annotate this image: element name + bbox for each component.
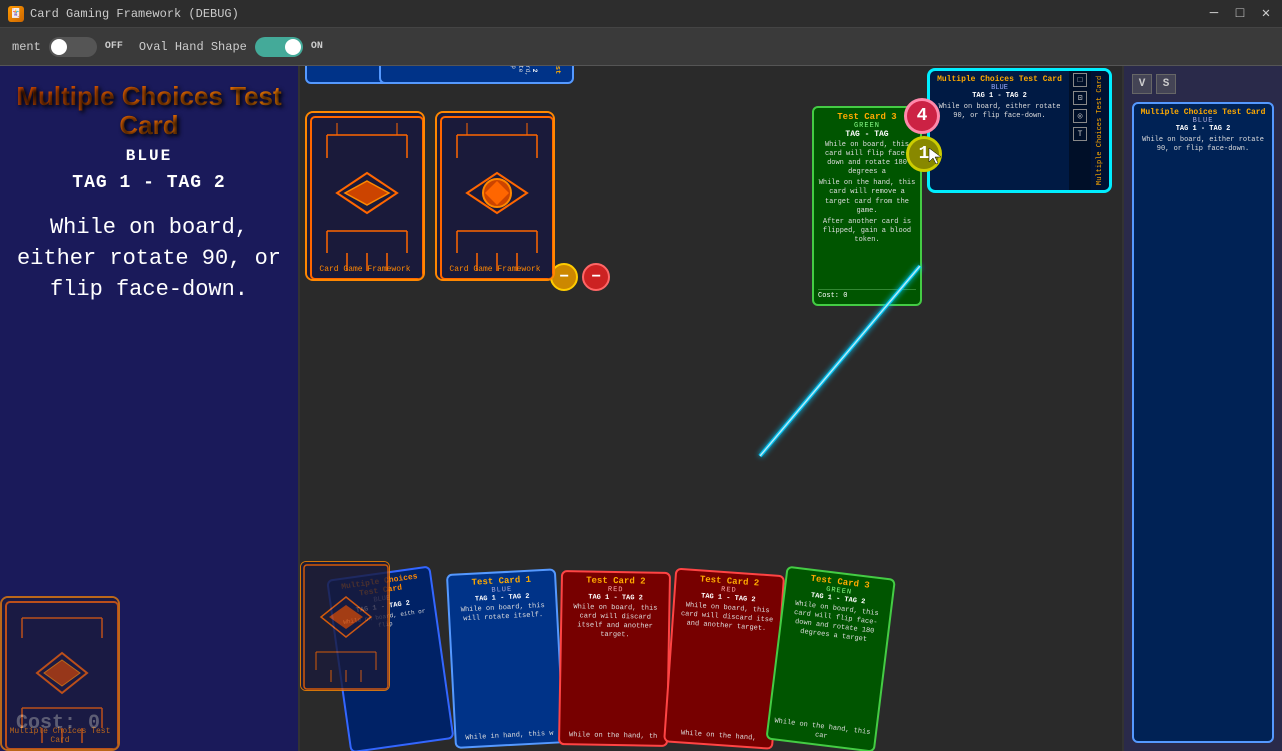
game-board: Multiple Choices Test Card BLUE TAG 1 - … bbox=[300, 66, 1122, 751]
close-button[interactable]: ✕ bbox=[1258, 6, 1274, 22]
rp-body: While on board, either rotate 90, or fli… bbox=[1138, 136, 1268, 154]
test-card-3[interactable]: 4 1 Test Card 3 GREEN TAG - TAG While on… bbox=[812, 106, 922, 306]
tc3-line1: While on board, this card will flip face… bbox=[818, 141, 916, 177]
tc3-title: Test Card 3 bbox=[818, 112, 916, 122]
mini-corner-svg bbox=[301, 562, 390, 691]
minus-buttons: − − bbox=[550, 263, 610, 291]
token-4: 4 bbox=[904, 98, 940, 134]
v-button[interactable]: V bbox=[1132, 74, 1152, 94]
hand-card-3[interactable]: Test Card 3 GREEN TAG 1 - TAG 2 While on… bbox=[765, 566, 896, 751]
tc3-color: GREEN bbox=[818, 122, 916, 130]
hand-card-2a[interactable]: Test Card 2 RED TAG 1 - TAG 2 While on b… bbox=[558, 570, 671, 747]
toggle-oval-switch[interactable] bbox=[255, 37, 303, 57]
maximize-button[interactable]: □ bbox=[1232, 6, 1248, 22]
selected-glow-card[interactable]: Multiple Choices Test Card BLUE TAG 1 - … bbox=[927, 68, 1112, 193]
card-icon-4[interactable]: T bbox=[1073, 127, 1087, 141]
mini-facedown-corner bbox=[300, 561, 390, 691]
rp-title: Multiple Choices Test Card bbox=[1138, 108, 1268, 117]
card-icon-1[interactable]: □ bbox=[1073, 73, 1087, 87]
toggle-oval-state: ON bbox=[311, 41, 323, 52]
token-1: 1 bbox=[906, 136, 942, 172]
tc3-line2: While on the hand, this card will remove… bbox=[818, 179, 916, 215]
toggle-oval-label: Oval Hand Shape bbox=[139, 40, 247, 54]
window-controls: ─ □ ✕ bbox=[1206, 6, 1274, 22]
s-button[interactable]: S bbox=[1156, 74, 1176, 94]
toggle-ment-switch[interactable] bbox=[49, 37, 97, 57]
toggle-knob bbox=[51, 39, 67, 55]
facedown-card-1[interactable]: Card Game Framework bbox=[305, 111, 425, 281]
mini-card-left: Multiple Choices Test Card bbox=[0, 591, 160, 751]
toggle-group-oval: Oval Hand Shape ON bbox=[139, 37, 323, 57]
main-area: Multiple Choices Test Card BLUE TAG 1 - … bbox=[0, 66, 1282, 751]
hand-area: Multiple Choices Test Card BLUE TAG 1 - … bbox=[300, 566, 1122, 751]
app-icon: 🃏 bbox=[8, 6, 24, 22]
card-icon-2[interactable]: ⊡ bbox=[1073, 91, 1087, 105]
tc3-line3: After another card is flipped, gain a bl… bbox=[818, 218, 916, 289]
toolbar: ment OFF Oval Hand Shape ON bbox=[0, 28, 1282, 66]
toggle-ment-state: OFF bbox=[105, 41, 123, 52]
facedown-1-label: Card Game Framework bbox=[307, 265, 423, 274]
right-panel-buttons: V S bbox=[1132, 74, 1274, 94]
left-panel: Multiple Choices Test Card BLUE TAG 1 - … bbox=[0, 66, 300, 751]
tc3-cost: Cost: 0 bbox=[818, 289, 916, 300]
card-icon-3[interactable]: ◎ bbox=[1073, 109, 1087, 123]
toggle-ment-label: ment bbox=[12, 40, 41, 54]
toggle-group-ment: ment OFF bbox=[12, 37, 123, 57]
title-bar: 🃏 Card Gaming Framework (DEBUG) ─ □ ✕ bbox=[0, 0, 1282, 28]
rotated-card-2[interactable]: Multiple Choices Test Card BLUE TAG 1 - … bbox=[379, 66, 574, 84]
facedown-2-label: Card Game Framework bbox=[437, 265, 553, 274]
card-back-label-left: Multiple Choices Test Card bbox=[2, 727, 118, 745]
hand-card-1[interactable]: Test Card 1 BLUE TAG 1 - TAG 2 While on … bbox=[446, 568, 565, 749]
and-another-text: and another bbox=[686, 620, 733, 631]
facedown-card-2[interactable]: Card Game Framework bbox=[435, 111, 555, 281]
minimize-button[interactable]: ─ bbox=[1206, 6, 1222, 22]
window-title: Card Gaming Framework (DEBUG) bbox=[30, 7, 239, 21]
tc3-tags: TAG - TAG bbox=[818, 130, 916, 139]
minus-btn-2[interactable]: − bbox=[582, 263, 610, 291]
panel-body: While on board, either rotate 90, or fli… bbox=[16, 213, 282, 305]
toggle-oval-knob bbox=[285, 39, 301, 55]
panel-color: BLUE bbox=[16, 147, 282, 165]
panel-tags: TAG 1 - TAG 2 bbox=[16, 173, 282, 193]
panel-title: Multiple Choices Test Card bbox=[16, 82, 282, 139]
right-panel-card: Multiple Choices Test Card BLUE TAG 1 - … bbox=[1132, 102, 1274, 743]
rp-color: BLUE bbox=[1138, 117, 1268, 125]
card-side-label: Multiple Choices Test Card bbox=[1091, 71, 1109, 190]
facedown-svg-2 bbox=[437, 113, 555, 281]
facedown-svg-1 bbox=[307, 113, 425, 281]
right-panel: V S Multiple Choices Test Card BLUE TAG … bbox=[1122, 66, 1282, 751]
rp-tags: TAG 1 - TAG 2 bbox=[1138, 125, 1268, 133]
